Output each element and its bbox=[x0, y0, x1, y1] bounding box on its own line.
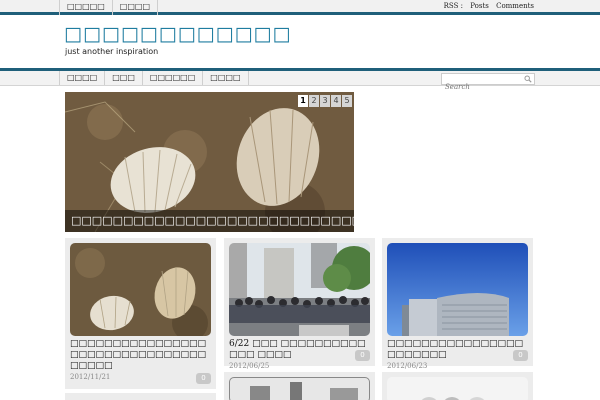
site-title[interactable]: □□□□□□□□□□□□ bbox=[64, 23, 291, 45]
top-nav-item-2[interactable]: □□□□ bbox=[113, 0, 159, 15]
slider-page-5[interactable]: 5 bbox=[342, 95, 352, 107]
post-card[interactable] bbox=[224, 372, 375, 400]
slider-page-2[interactable]: 2 bbox=[309, 95, 319, 107]
rss-links: RSS : Posts Comments bbox=[439, 1, 534, 12]
post-card[interactable]: 6/22 □□□ □□□□□□□□□□□□□ □□□□ 2012/06/25 0 bbox=[224, 238, 375, 370]
search-box bbox=[441, 73, 535, 92]
main-nav: □□□□ □□□ □□□□□□ □□□□ bbox=[59, 71, 249, 85]
post-date: 2012/06/23 bbox=[387, 362, 428, 370]
slider-page-1[interactable]: 1 bbox=[298, 95, 308, 107]
search-icon[interactable] bbox=[524, 75, 532, 83]
site-tagline: just another inspiration bbox=[65, 47, 159, 56]
rss-comments-link[interactable]: Comments bbox=[496, 2, 534, 10]
post-thumbnail[interactable] bbox=[70, 243, 211, 336]
comment-count-badge[interactable]: 0 bbox=[196, 373, 211, 384]
main-nav-item-1[interactable]: □□□□ bbox=[59, 71, 106, 85]
top-bar: □□□□□ □□□□ RSS : Posts Comments bbox=[0, 0, 600, 15]
post-title[interactable]: 6/22 □□□ □□□□□□□□□□□□□ □□□□ bbox=[229, 339, 370, 361]
slider-page-4[interactable]: 4 bbox=[331, 95, 341, 107]
post-title[interactable]: □□□□□□□□□□□□□□□□□□□□□□□□□□□□□□□□□□□□□ bbox=[70, 339, 211, 372]
post-card[interactable] bbox=[65, 393, 216, 400]
main-nav-item-3[interactable]: □□□□□□ bbox=[143, 71, 204, 85]
post-title[interactable]: □□□□□□□□□□□□□□□□□□□□□□□ bbox=[387, 339, 528, 361]
slider-page-3[interactable]: 3 bbox=[320, 95, 330, 107]
rss-label: RSS : bbox=[443, 2, 463, 10]
post-date: 2012/06/25 bbox=[229, 362, 270, 370]
top-nav-item-1[interactable]: □□□□□ bbox=[59, 0, 113, 15]
post-thumbnail[interactable] bbox=[229, 243, 370, 336]
post-thumbnail[interactable] bbox=[229, 377, 370, 400]
rss-posts-link[interactable]: Posts bbox=[470, 2, 489, 10]
search-input[interactable] bbox=[442, 82, 522, 92]
main-nav-item-4[interactable]: □□□□ bbox=[203, 71, 249, 85]
post-card[interactable] bbox=[382, 372, 533, 400]
comment-count-badge[interactable]: 0 bbox=[513, 350, 528, 361]
featured-slider[interactable]: 1 2 3 4 5 □□□□□□□□□□□□□□□□□□□□□□□□□□□□ bbox=[65, 92, 354, 232]
post-card[interactable]: □□□□□□□□□□□□□□□□□□□□□□□□□□□□□□□□□□□□□ 20… bbox=[65, 238, 216, 389]
main-nav-item-2[interactable]: □□□ bbox=[105, 71, 143, 85]
slider-pager: 1 2 3 4 5 bbox=[298, 95, 352, 107]
site-header: □□□□□□□□□□□□ just another inspiration bbox=[0, 18, 600, 68]
top-nav: □□□□□ □□□□ bbox=[59, 0, 159, 15]
slider-caption[interactable]: □□□□□□□□□□□□□□□□□□□□□□□□□□□□ bbox=[65, 210, 354, 232]
comment-count-badge[interactable]: 0 bbox=[355, 350, 370, 361]
main-nav-bar: □□□□ □□□ □□□□□□ □□□□ bbox=[0, 68, 600, 92]
post-card[interactable]: □□□□□□□□□□□□□□□□□□□□□□□ 2012/06/23 0 bbox=[382, 238, 533, 370]
post-thumbnail[interactable] bbox=[387, 243, 528, 336]
post-date: 2012/11/21 bbox=[70, 373, 111, 381]
post-thumbnail[interactable] bbox=[387, 377, 528, 400]
